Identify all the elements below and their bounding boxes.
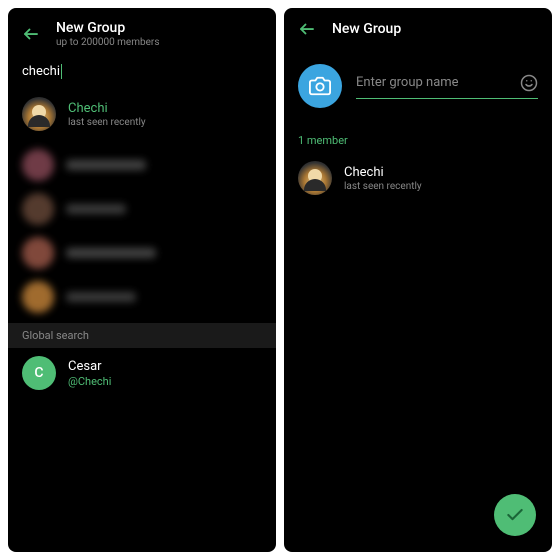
contact-row-top[interactable]: Chechi last seen recently <box>8 89 276 139</box>
screen-name-group: New Group Enter group name 1 member Chec… <box>284 8 552 552</box>
page-title: New Group <box>332 21 401 37</box>
members-count: 1 member <box>284 118 552 153</box>
section-header-global: Global search <box>8 323 276 348</box>
search-row[interactable]: chechi <box>8 60 276 89</box>
contact-status: last seen recently <box>344 181 422 192</box>
avatar <box>298 161 332 195</box>
header-text: New Group <box>332 21 401 37</box>
avatar <box>22 97 56 131</box>
emoji-icon[interactable] <box>520 74 538 92</box>
blurred-contacts <box>8 139 276 323</box>
page-title: New Group <box>56 20 159 36</box>
set-photo-button[interactable] <box>298 64 342 108</box>
screen-select-members: New Group up to 200000 members chechi Ch… <box>8 8 276 552</box>
contact-name: Chechi <box>344 165 422 180</box>
back-icon[interactable] <box>22 25 40 43</box>
search-input[interactable]: chechi <box>22 64 62 79</box>
group-name-input[interactable]: Enter group name <box>356 74 538 99</box>
text-cursor <box>61 64 63 79</box>
contact-status: last seen recently <box>68 117 146 128</box>
member-row[interactable]: Chechi last seen recently <box>284 153 552 203</box>
back-icon[interactable] <box>298 20 316 38</box>
contact-name: Cesar <box>68 359 111 374</box>
contact-row-global[interactable]: C Cesar @Chechi <box>8 348 276 398</box>
avatar-letter: C <box>22 356 56 390</box>
page-subtitle: up to 200000 members <box>56 37 159 48</box>
header: New Group up to 200000 members <box>8 8 276 60</box>
input-placeholder: Enter group name <box>356 75 512 90</box>
confirm-fab[interactable] <box>494 494 536 536</box>
contact-handle: @Chechi <box>68 375 111 388</box>
group-input-row: Enter group name <box>284 50 552 118</box>
header: New Group <box>284 8 552 50</box>
header-text: New Group up to 200000 members <box>56 20 159 48</box>
contact-name: Chechi <box>68 101 146 116</box>
